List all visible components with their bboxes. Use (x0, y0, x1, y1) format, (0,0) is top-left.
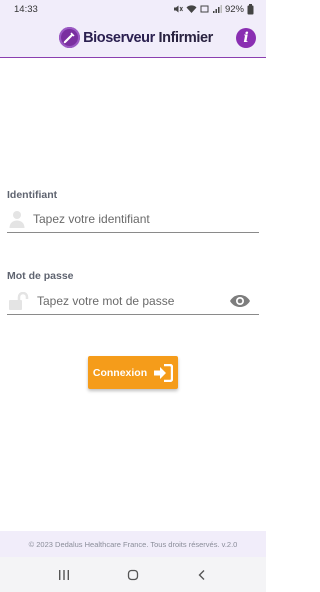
unlock-icon (7, 291, 31, 310)
user-icon (7, 210, 27, 228)
app-title-first: Bioserveur (83, 29, 155, 46)
signal-icon (212, 4, 222, 14)
home-icon[interactable] (121, 563, 145, 587)
username-label: Identifiant (7, 189, 58, 201)
status-icons: 92% (173, 3, 254, 15)
copyright-text: © 2023 Dedalus Healthcare France. Tous d… (28, 539, 238, 549)
username-input[interactable] (33, 205, 259, 232)
app-title-second: Infirmier (154, 29, 213, 46)
volte-icon (200, 4, 209, 14)
status-bar: 14:33 92% (0, 0, 266, 18)
login-button-label: Connexion (92, 366, 148, 379)
battery-text: 92% (224, 3, 244, 15)
password-input[interactable] (37, 287, 229, 314)
show-password-eye-icon[interactable] (229, 294, 251, 308)
system-nav-bar (0, 557, 266, 592)
back-icon[interactable] (190, 563, 214, 587)
recents-icon[interactable] (52, 563, 76, 587)
footer: © 2023 Dedalus Healthcare France. Tous d… (0, 531, 266, 557)
username-field-container (7, 205, 259, 233)
wifi-icon (186, 4, 197, 14)
login-button[interactable]: Connexion (88, 356, 178, 389)
app-header: Bioserveur Infirmier i (0, 18, 266, 58)
battery-icon (247, 3, 254, 15)
info-button[interactable]: i (236, 28, 256, 48)
password-field-container (7, 287, 259, 315)
sign-in-icon (153, 363, 174, 382)
syringe-logo-icon (59, 27, 81, 48)
password-label: Mot de passe (7, 270, 74, 282)
status-time: 14:33 (14, 3, 38, 15)
mute-icon (173, 4, 183, 14)
app-title: Bioserveur Infirmier (83, 30, 213, 46)
brand: Bioserveur Infirmier (59, 27, 213, 48)
